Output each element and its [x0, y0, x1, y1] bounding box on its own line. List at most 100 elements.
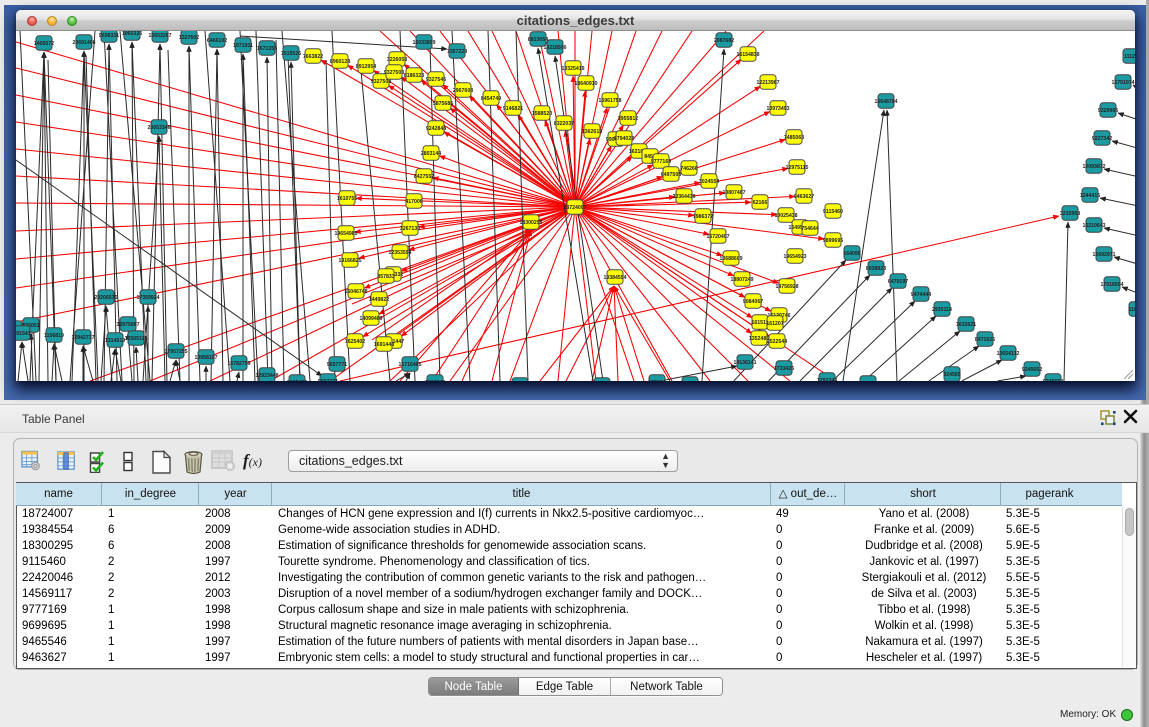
svg-text:14099489: 14099489: [359, 316, 382, 322]
svg-text:9463627: 9463627: [794, 194, 814, 200]
svg-text:7357224: 7357224: [447, 49, 467, 55]
svg-text:19756928: 19756928: [775, 284, 798, 290]
svg-text:2967608: 2967608: [453, 88, 473, 94]
svg-text:1065326: 1065326: [122, 31, 142, 37]
svg-text:20053346: 20053346: [147, 125, 170, 131]
svg-text:12942737: 12942737: [71, 335, 94, 341]
svg-text:164095: 164095: [843, 251, 860, 257]
svg-text:16648784: 16648784: [874, 99, 897, 105]
svg-text:6479197: 6479197: [888, 279, 908, 285]
svg-text:1292344: 1292344: [817, 378, 837, 381]
svg-text:1244415: 1244415: [1080, 193, 1100, 199]
svg-text:15692971: 15692971: [1092, 252, 1115, 258]
svg-text:17016504: 17016504: [1100, 282, 1123, 288]
svg-text:2087682: 2087682: [714, 38, 734, 44]
svg-text:11123: 11123: [1124, 54, 1135, 60]
svg-text:1671355: 1671355: [257, 46, 277, 52]
svg-text:19654985: 19654985: [334, 231, 357, 237]
svg-text:8322037: 8322037: [554, 121, 574, 127]
svg-text:6794028: 6794028: [614, 136, 634, 142]
svg-text:3226058: 3226058: [387, 57, 407, 63]
svg-text:417006: 417006: [405, 199, 422, 205]
svg-text:7485063: 7485063: [784, 135, 804, 141]
svg-text:19166825: 19166825: [338, 258, 361, 264]
svg-text:16033809: 16033809: [412, 40, 435, 46]
svg-text:10025438: 10025438: [774, 213, 797, 219]
svg-text:62166: 62166: [753, 200, 768, 206]
svg-text:3024554: 3024554: [699, 179, 719, 185]
svg-text:16210643: 16210643: [1082, 223, 1105, 229]
svg-text:9777169: 9777169: [651, 159, 671, 165]
svg-text:9474444: 9474444: [911, 292, 931, 298]
svg-text:16154838: 16154838: [736, 52, 759, 58]
svg-text:12975115: 12975115: [786, 165, 809, 171]
svg-text:9657771: 9657771: [318, 379, 338, 381]
svg-text:9657771: 9657771: [327, 362, 347, 368]
svg-text:15720407: 15720407: [706, 234, 729, 240]
svg-text:17359924: 17359924: [136, 295, 159, 301]
svg-text:1327602: 1327602: [179, 35, 199, 41]
svg-text:1610755: 1610755: [337, 196, 357, 202]
svg-text:19654923: 19654923: [783, 254, 806, 260]
svg-text:10807487: 10807487: [722, 190, 745, 196]
svg-text:20364436: 20364436: [672, 194, 695, 200]
svg-text:8813054: 8813054: [528, 37, 548, 43]
svg-text:7625402: 7625402: [345, 339, 365, 345]
svg-text:125034: 125034: [648, 380, 665, 381]
svg-text:8471626: 8471626: [975, 337, 995, 343]
svg-text:18300295: 18300295: [519, 220, 542, 226]
svg-text:2803144: 2803144: [421, 151, 441, 157]
svg-text:6466102: 6466102: [207, 38, 227, 44]
svg-text:10973493: 10973493: [766, 106, 789, 112]
svg-text:8454749: 8454749: [481, 96, 501, 102]
svg-text:7515526: 7515526: [281, 51, 301, 57]
svg-text:1352485: 1352485: [749, 336, 769, 342]
svg-text:7986372: 7986372: [693, 214, 713, 220]
svg-text:1071911: 1071911: [233, 43, 253, 49]
svg-text:8938923: 8938923: [866, 266, 886, 272]
svg-text:8186323: 8186323: [404, 73, 424, 79]
svg-text:13975887: 13975887: [116, 322, 139, 328]
svg-text:18807249: 18807249: [730, 277, 753, 283]
svg-text:9327508: 9327508: [371, 79, 391, 85]
svg-text:924565: 924565: [943, 372, 960, 378]
svg-text:9084067: 9084067: [743, 299, 763, 305]
svg-text:2935114: 2935114: [932, 307, 952, 313]
svg-text:9227342: 9227342: [1092, 136, 1112, 142]
svg-text:19218506: 19218506: [543, 45, 566, 51]
svg-text:1314519: 1314519: [105, 338, 125, 344]
svg-text:12353594: 12353594: [388, 250, 411, 256]
svg-text:7955812: 7955812: [618, 116, 638, 122]
svg-text:1156819: 1156819: [44, 333, 64, 339]
svg-text:754644: 754644: [801, 226, 818, 232]
svg-text:18724007: 18724007: [563, 205, 586, 211]
svg-text:12923448: 12923448: [255, 373, 278, 379]
svg-text:15716485: 15716485: [398, 362, 421, 368]
svg-text:1588520: 1588520: [532, 111, 552, 117]
svg-text:9327503: 9327503: [384, 70, 404, 76]
svg-text:12093872: 12093872: [1082, 164, 1105, 170]
svg-text:20691406: 20691406: [72, 40, 95, 46]
svg-text:9115460: 9115460: [823, 209, 843, 215]
svg-text:7632621: 7632621: [956, 322, 976, 328]
svg-text:9899695: 9899695: [823, 238, 843, 244]
svg-text:20206576: 20206576: [94, 295, 117, 301]
svg-text:19384554: 19384554: [603, 275, 626, 281]
svg-text:12213967: 12213967: [756, 80, 779, 86]
svg-text:16961758: 16961758: [598, 98, 621, 104]
svg-text:9329966: 9329966: [1098, 108, 1118, 114]
svg-text:9245652: 9245652: [1022, 367, 1042, 373]
svg-text:10688609: 10688609: [719, 256, 742, 262]
svg-text:1405572: 1405572: [34, 41, 54, 47]
svg-text:8912954: 8912954: [356, 64, 376, 70]
svg-text:9155422: 9155422: [287, 380, 307, 381]
svg-text:1733426: 1733426: [774, 366, 794, 372]
svg-text:18640910: 18640910: [574, 81, 597, 87]
svg-text:1449822: 1449822: [369, 297, 389, 303]
svg-text:10654112: 10654112: [997, 351, 1020, 357]
svg-text:9598331: 9598331: [99, 33, 119, 39]
svg-text:391541: 391541: [16, 331, 31, 337]
svg-text:8427552: 8427552: [414, 174, 434, 180]
svg-text:161207: 161207: [766, 321, 783, 327]
svg-text:1691448: 1691448: [374, 342, 394, 348]
